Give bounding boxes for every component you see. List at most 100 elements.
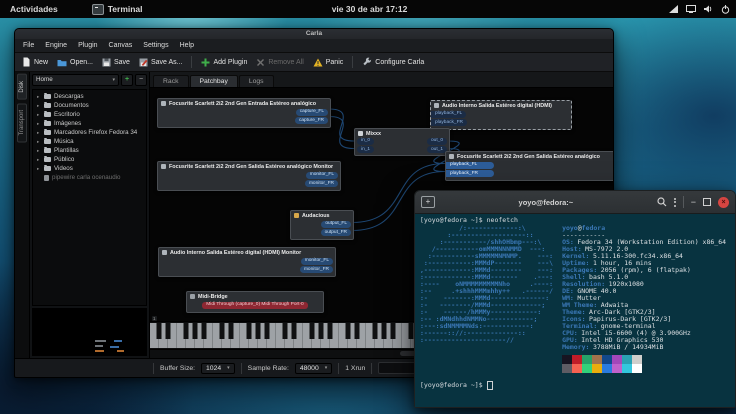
- node-hdmi-monitor[interactable]: Audio Interno Salida Estéreo digital (HD…: [158, 247, 336, 278]
- save-icon: [102, 58, 111, 67]
- port-output[interactable]: monitor_FL: [301, 258, 333, 265]
- node-hdmi-playback[interactable]: Audio Interno Salida Estéreo digital (HD…: [430, 100, 572, 131]
- folder-item[interactable]: ▸ Imágenes: [33, 119, 146, 128]
- port-input[interactable]: playback_FR: [446, 170, 494, 177]
- folder-icon: [44, 103, 51, 108]
- folder-item[interactable]: ▸ Marcadores Firefox Fedora 34: [33, 128, 146, 137]
- node-midi-bridge[interactable]: Midi-Bridge Midi Through (capture_0) Mid…: [186, 291, 324, 313]
- project-file-item[interactable]: pipewire carla ocenaudio: [33, 173, 146, 182]
- terminal-content[interactable]: [yoyo@fedora ~]$neofetch /:-------------…: [415, 214, 735, 407]
- minimap-node: [95, 340, 106, 342]
- port-output[interactable]: monitor_FR: [300, 266, 333, 273]
- view-tabs: Rack Patchbay Logs: [150, 72, 613, 88]
- carla-titlebar[interactable]: Carla: [15, 29, 613, 39]
- buffer-size-dropdown[interactable]: 1024 ▾: [201, 363, 235, 374]
- new-tab-button[interactable]: +: [421, 196, 435, 208]
- close-button[interactable]: ×: [718, 197, 729, 208]
- sample-rate-dropdown[interactable]: 48000 ▾: [295, 363, 332, 374]
- status-separator: [241, 363, 242, 374]
- location-dropdown[interactable]: Home ▾: [32, 74, 119, 86]
- save-button[interactable]: Save: [102, 58, 130, 67]
- folder-item[interactable]: ▸ Descargas: [33, 92, 146, 101]
- add-location-button[interactable]: +: [121, 74, 133, 86]
- maximize-button[interactable]: [703, 198, 711, 206]
- remove-location-button[interactable]: −: [135, 74, 147, 86]
- tab-disk[interactable]: Disk: [17, 74, 27, 100]
- menu-item[interactable]: File: [23, 42, 34, 49]
- folder-item[interactable]: ▸ Videos: [33, 164, 146, 173]
- node-focusrite-playback[interactable]: Focusrite Scarlett 2i2 2nd Gen Salida Es…: [445, 151, 613, 182]
- tab-rack[interactable]: Rack: [153, 75, 189, 87]
- neofetch-info-row: Memory:3788MiB / 14934MiB: [562, 344, 726, 351]
- port-output[interactable]: out_0: [427, 138, 447, 145]
- expand-icon[interactable]: ▸: [37, 139, 41, 145]
- folder-item[interactable]: ▸ Documentos: [33, 101, 146, 110]
- port-output[interactable]: capture_FR: [295, 117, 328, 124]
- canvas-minimap[interactable]: [32, 308, 147, 356]
- focused-app-menu[interactable]: Terminal: [92, 4, 143, 15]
- folder-icon: [44, 139, 51, 144]
- palette-swatch: [602, 364, 612, 373]
- node-focusrite-capture[interactable]: Focusrite Scarlett 2i2 2nd Gen Entrada E…: [157, 98, 331, 129]
- menu-icon[interactable]: [674, 198, 676, 207]
- node-focusrite-monitor[interactable]: Focusrite Scarlett 2i2 2nd Gen Salida Es…: [157, 161, 341, 192]
- port-output[interactable]: capture_FL: [296, 109, 328, 116]
- system-status-area[interactable]: [669, 0, 730, 18]
- network-icon: [669, 5, 678, 13]
- add-plugin-button[interactable]: Add Plugin: [201, 58, 247, 67]
- folder-icon: [44, 94, 51, 99]
- panic-button[interactable]: Panic: [313, 58, 344, 67]
- folder-item[interactable]: ▸ Escritorio: [33, 110, 146, 119]
- palette-swatch: [632, 355, 642, 364]
- tab-transport[interactable]: Transport: [17, 103, 27, 142]
- expand-icon[interactable]: ▸: [37, 157, 41, 163]
- clock[interactable]: vie 30 de abr 17:12: [332, 0, 408, 18]
- expand-icon[interactable]: ▸: [37, 94, 41, 100]
- minimap-node: [114, 340, 122, 342]
- expand-icon[interactable]: ▸: [37, 130, 41, 136]
- folder-label: Documentos: [54, 102, 89, 109]
- palette-swatch: [592, 355, 602, 364]
- folder-label: Música: [54, 138, 74, 145]
- expand-icon[interactable]: ▸: [37, 103, 41, 109]
- tab-logs[interactable]: Logs: [239, 75, 274, 87]
- terminal-headerbar[interactable]: + yoyo@fedora:~ − ×: [415, 191, 735, 214]
- port-output[interactable]: monitor_FR: [305, 180, 338, 187]
- menu-item[interactable]: Help: [180, 42, 194, 49]
- tab-patchbay[interactable]: Patchbay: [190, 75, 238, 87]
- folder-item[interactable]: ▸ Público: [33, 155, 146, 164]
- expand-icon[interactable]: ▸: [37, 166, 41, 172]
- sidebar-tab-strip: Disk Transport: [15, 72, 30, 358]
- menu-item[interactable]: Engine: [45, 42, 67, 49]
- menu-item[interactable]: Plugin: [78, 42, 97, 49]
- port-input[interactable]: in_1: [357, 146, 374, 153]
- port-output[interactable]: out_1: [427, 146, 447, 153]
- search-icon[interactable]: [657, 197, 667, 207]
- port-output[interactable]: monitor_FL: [306, 172, 338, 179]
- activities-button[interactable]: Actividades: [0, 4, 68, 14]
- port-input[interactable]: in_0: [357, 138, 374, 145]
- expand-icon[interactable]: ▸: [37, 112, 41, 118]
- port-output[interactable]: output_FR: [321, 229, 351, 236]
- node-audacious[interactable]: Audacious output_FL output_FR: [290, 210, 354, 241]
- port-input[interactable]: playback_FR: [431, 119, 467, 126]
- shell-prompt-line: [yoyo@fedora ~]$: [420, 381, 730, 390]
- minimize-button[interactable]: −: [691, 198, 696, 207]
- folder-item[interactable]: ▸ Plantillas: [33, 146, 146, 155]
- palette-swatch: [572, 364, 582, 373]
- xrun-counter[interactable]: 1 Xrun: [345, 365, 365, 372]
- port-input[interactable]: playback_FL: [431, 111, 466, 118]
- expand-icon[interactable]: ▸: [37, 121, 41, 127]
- port-input[interactable]: playback_FL: [446, 162, 494, 169]
- node-mixxx[interactable]: Mixxx in_0 out_0 in_1 out_1: [354, 128, 450, 156]
- new-button[interactable]: New: [22, 57, 48, 67]
- menu-item[interactable]: Settings: [143, 42, 168, 49]
- expand-icon[interactable]: ▸: [37, 148, 41, 154]
- open-button[interactable]: Open...: [57, 58, 93, 67]
- folder-item[interactable]: ▸ Música: [33, 137, 146, 146]
- configure-button[interactable]: Configure Carla: [362, 57, 424, 67]
- save-as-button[interactable]: Save As...: [139, 58, 183, 67]
- port-midi[interactable]: Midi Through (capture_0) Midi Through Po…: [202, 302, 307, 309]
- menu-item[interactable]: Canvas: [109, 42, 133, 49]
- port-output[interactable]: output_FL: [321, 221, 351, 228]
